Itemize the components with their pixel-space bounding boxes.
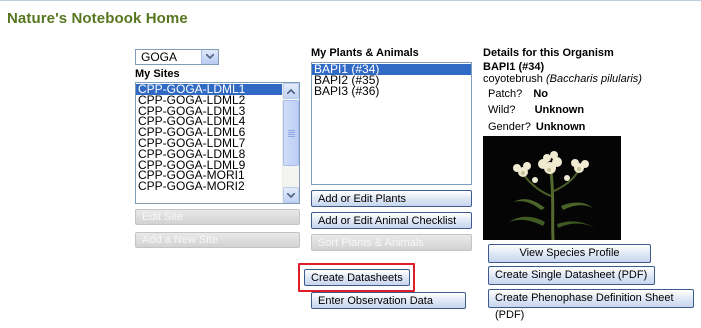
sites-listbox[interactable]: CPP-GOGA-LDML1 CPP-GOGA-LDML2 CPP-GOGA-LDM… [135,82,300,204]
single-datasheet-button[interactable]: Create Single Datasheet (PDF) [488,266,655,285]
create-datasheets-button[interactable]: Create Datasheets [304,269,410,286]
edit-site-button[interactable]: Edit Site [135,209,300,225]
wild-row: Wild? Unknown [488,105,584,116]
patch-value: No [533,88,548,100]
add-edit-plants-button[interactable]: Add or Edit Plants [311,190,472,207]
list-item[interactable]: BAPI3 (#36) [312,85,471,97]
gender-label: Gender? [488,121,531,133]
organism-id: BAPI1 (#34) [483,61,545,73]
sites-heading: My Sites [135,68,180,80]
sites-list: CPP-GOGA-LDML1 CPP-GOGA-LDML2 CPP-GOGA-LDM… [136,83,283,192]
organism-photo [483,136,621,240]
plants-heading: My Plants & Animals [311,47,419,59]
organism-name: coyotebrush (Baccharis pilularis) [483,74,642,85]
view-species-profile-button[interactable]: View Species Profile [488,244,651,263]
patch-label: Patch? [488,88,523,100]
chevron-down-icon[interactable] [201,50,218,64]
wild-value: Unknown [534,104,585,116]
phenophase-sheet-button[interactable]: Create Phenophase Definition Sheet (PDF) [488,289,694,321]
wild-label: Wild? [488,104,516,116]
patch-row: Patch? No [488,89,548,100]
gender-value: Unknown [535,121,586,133]
scroll-up-icon[interactable] [283,83,299,99]
sort-plants-button[interactable]: Sort Plants & Animals [311,234,472,251]
add-site-button[interactable]: Add a New Site [135,232,300,248]
plants-list: BAPI1 (#34) BAPI2 (#35) BAPI3 (#36) [312,63,471,97]
site-group-value: GOGA [141,50,178,64]
details-heading: Details for this Organism [483,47,614,59]
common-name: coyotebrush [483,73,543,85]
scientific-name: (Baccharis pilularis) [546,73,642,85]
scroll-thumb[interactable] [283,100,299,166]
scroll-down-icon[interactable] [283,187,299,203]
site-group-select[interactable]: GOGA [135,49,219,65]
plants-listbox[interactable]: BAPI1 (#34) BAPI2 (#35) BAPI3 (#36) [311,62,472,185]
sites-scrollbar[interactable] [282,83,299,203]
gender-row: Gender? Unknown [488,122,585,133]
enter-observation-button[interactable]: Enter Observation Data [311,292,466,309]
top-rule [0,0,701,1]
add-edit-animal-button[interactable]: Add or Edit Animal Checklist [311,212,472,229]
list-item[interactable]: CPP-GOGA-MORI2 [136,180,283,192]
page-title: Nature's Notebook Home [7,10,188,27]
